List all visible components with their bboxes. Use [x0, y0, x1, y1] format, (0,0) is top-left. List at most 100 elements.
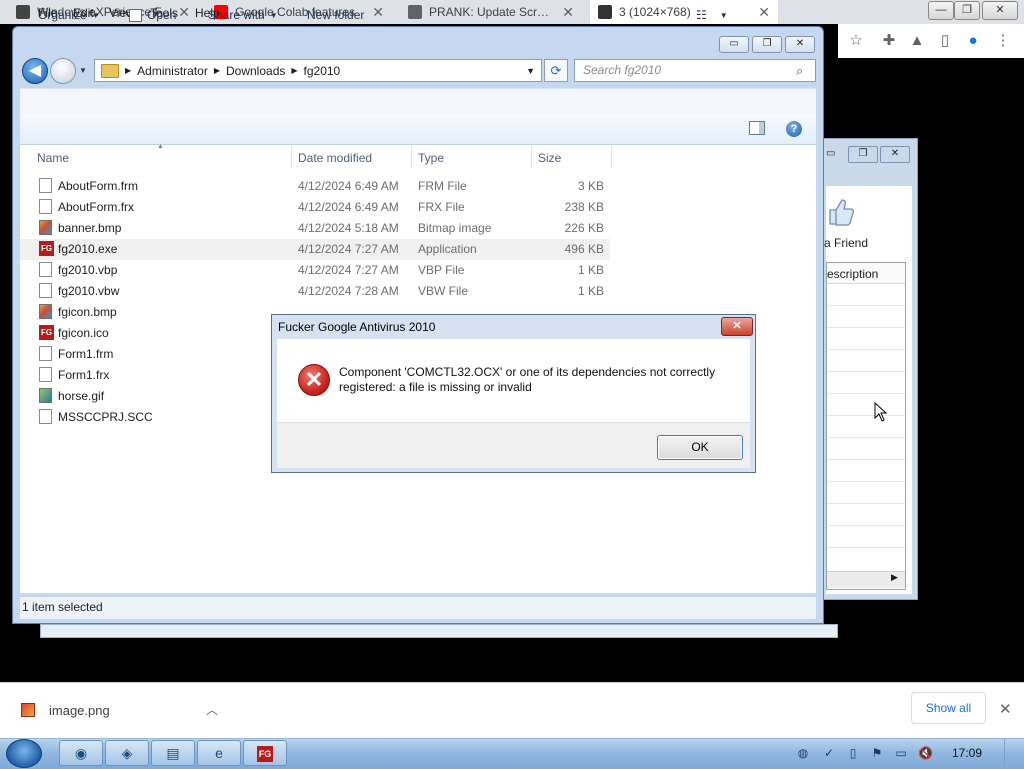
browser-minimize-button[interactable]: — [928, 1, 954, 20]
star-icon[interactable]: ☆ [847, 32, 865, 50]
dialog-title: Fucker Google Antivirus 2010 [278, 320, 436, 334]
column-separator[interactable] [531, 146, 532, 168]
file-row[interactable]: fg2010.vbp 4/12/2024 7:27 AM VBP File 1 KB [20, 260, 610, 281]
column-header-size[interactable]: Size [538, 151, 561, 165]
labs-icon[interactable]: ▲ [908, 32, 926, 50]
recent-pages-dropdown-icon[interactable]: ▼ [79, 66, 87, 75]
profile-icon[interactable]: ● [964, 32, 982, 50]
bg-restore-button[interactable]: ❐ [848, 146, 878, 163]
browser-close-button[interactable]: ✕ [982, 1, 1018, 20]
dialog-close-button[interactable]: ✕ [721, 317, 753, 336]
taskbar-explorer-icon[interactable]: ▤ [151, 740, 195, 766]
file-row[interactable]: AboutForm.frx 4/12/2024 6:49 AM FRX File 23… [20, 197, 610, 218]
column-header-date[interactable]: Date modified [298, 151, 372, 165]
explorer-minimize-button[interactable]: ▭ [719, 36, 749, 53]
background-list[interactable]: escription ▶ [826, 262, 906, 590]
breadcrumb-administrator[interactable]: Administrator [137, 64, 208, 78]
background-window-bottom-edge [40, 624, 838, 638]
taskbar-network-icon[interactable]: ◈ [105, 740, 149, 766]
file-type: FRX File [418, 200, 465, 214]
shelf-close-button[interactable]: ✕ [999, 700, 1012, 718]
show-desktop-button[interactable] [1004, 739, 1024, 768]
browser-restore-button[interactable]: ❐ [954, 1, 980, 20]
tab-close-icon[interactable]: ✕ [562, 4, 574, 21]
file-date: 4/12/2024 7:27 AM [298, 263, 399, 277]
organize-button[interactable]: Organize ▼ [38, 8, 100, 22]
chevron-down-icon: ▼ [719, 10, 728, 20]
tray-document-icon[interactable]: ▯ [846, 746, 860, 760]
column-header-name[interactable]: Name [37, 151, 69, 165]
new-folder-button[interactable]: New folder [307, 8, 364, 22]
file-row[interactable]: fg2010.vbw 4/12/2024 7:28 AM VBW File 1 KB [20, 281, 610, 302]
tab-close-icon[interactable]: ✕ [372, 4, 384, 21]
share-with-button[interactable]: Share with ▼ [208, 8, 278, 22]
download-filename[interactable]: image.png [49, 703, 110, 718]
breadcrumb-separator-icon[interactable]: ▶ [125, 66, 131, 75]
document-file-icon [39, 178, 52, 193]
explorer-close-button[interactable]: ✕ [785, 36, 815, 53]
chevron-down-icon: ▼ [269, 10, 278, 20]
column-header-type[interactable]: Type [418, 151, 444, 165]
tray-volume-muted-icon[interactable]: 🔇 [918, 746, 933, 760]
file-date: 4/12/2024 6:49 AM [298, 179, 399, 193]
explorer-maximize-button[interactable]: ❐ [752, 36, 782, 53]
bg-close-button[interactable]: ✕ [880, 146, 910, 163]
bitmap-file-icon [39, 220, 52, 235]
column-separator[interactable] [291, 146, 292, 168]
extensions-icon[interactable]: ✚ [880, 32, 898, 50]
show-all-button[interactable]: Show all [911, 692, 986, 724]
view-options-button[interactable]: ☷ ▼ [696, 8, 728, 22]
ok-button[interactable]: OK [657, 435, 743, 460]
address-dropdown-icon[interactable]: ▼ [526, 66, 535, 76]
chevron-up-icon[interactable]: ︿ [206, 701, 218, 718]
file-row[interactable]: FG fg2010.exe 4/12/2024 7:27 AM Application… [20, 239, 610, 260]
description-column-header[interactable]: escription [827, 267, 878, 281]
image-file-icon [21, 703, 35, 717]
tab-close-icon[interactable]: ✕ [758, 4, 770, 21]
help-icon[interactable]: ? [786, 121, 802, 137]
back-button[interactable]: ◀ [22, 58, 48, 84]
breadcrumb-downloads[interactable]: Downloads [226, 64, 285, 78]
file-date: 4/12/2024 7:27 AM [298, 242, 399, 256]
taskbar-fg-app-button[interactable]: FG [243, 740, 287, 766]
preview-pane-icon[interactable] [749, 121, 765, 135]
breadcrumb-separator-icon[interactable]: ▶ [214, 66, 220, 75]
chevron-down-icon: ▼ [91, 10, 100, 20]
tray-update-icon[interactable]: ✓ [822, 746, 836, 760]
forward-button[interactable] [50, 58, 76, 84]
taskbar-internet-explorer-icon[interactable]: e [197, 740, 241, 766]
tray-network-icon[interactable]: ◍ [796, 746, 810, 760]
open-button[interactable]: Open [129, 8, 176, 22]
browser-tab[interactable]: PRANK: Update Screen ✕ [400, 0, 582, 24]
file-name: fgicon.ico [58, 326, 109, 340]
details-view-icon: ☷ [696, 8, 707, 22]
menu-icon[interactable]: ⋮ [994, 32, 1012, 50]
browser-tab[interactable]: 3 (1024×768) ✕ [590, 0, 778, 24]
taskbar-clock[interactable]: 17:09 [952, 746, 982, 760]
column-separator[interactable] [611, 146, 612, 168]
tray-monitor-icon[interactable]: ▭ [894, 746, 908, 760]
file-row[interactable]: AboutForm.frm 4/12/2024 6:49 AM FRM File 3 … [20, 176, 610, 197]
breadcrumb-fg2010[interactable]: fg2010 [304, 64, 341, 78]
search-icon[interactable]: ⌕ [796, 63, 803, 79]
breadcrumb-separator-icon[interactable]: ▶ [291, 66, 297, 75]
file-name: Form1.frm [58, 347, 114, 361]
refresh-icon[interactable]: ⟳ [544, 59, 568, 82]
tab-close-icon[interactable]: ✕ [178, 4, 190, 21]
new-folder-label: New folder [307, 8, 365, 22]
file-type: VBW File [418, 284, 469, 298]
side-panel-icon[interactable]: ▯ [936, 32, 954, 50]
column-separator[interactable] [411, 146, 412, 168]
taskbar-media-icon[interactable]: ◉ [59, 740, 103, 766]
search-input[interactable]: Search fg2010 [574, 59, 816, 82]
document-file-icon [39, 409, 52, 424]
scroll-right-icon[interactable]: ▶ [891, 572, 898, 583]
building-icon [16, 5, 30, 19]
start-button[interactable] [6, 739, 42, 768]
file-row[interactable]: banner.bmp 4/12/2024 5:18 AM Bitmap image 2… [20, 218, 610, 239]
bg-minimize-button[interactable]: ▭ [826, 148, 838, 160]
thumbs-up-icon[interactable] [826, 196, 855, 228]
tray-flag-icon[interactable]: ⚑ [870, 746, 884, 760]
download-shelf [0, 682, 1024, 739]
address-bar[interactable]: ▶ Administrator ▶ Downloads ▶ fg2010 ▼ [94, 59, 542, 82]
